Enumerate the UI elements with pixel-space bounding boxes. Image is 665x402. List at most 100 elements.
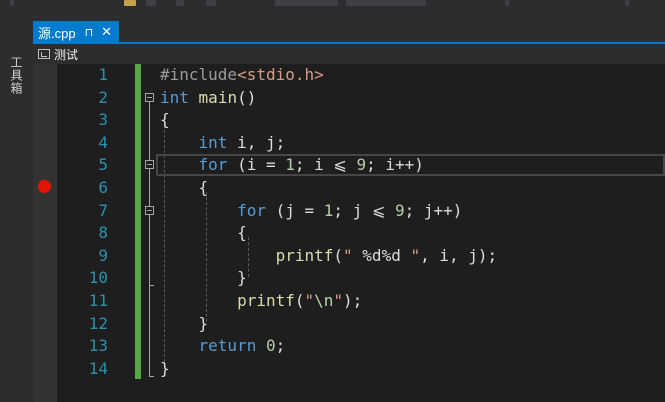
code-line[interactable]: for (i = 1; i ⩽ 9; i++) (160, 154, 424, 177)
code-token: printf (237, 291, 295, 310)
code-token: { (160, 110, 170, 130)
undo-icon[interactable] (176, 0, 184, 6)
code-token: ( (333, 245, 344, 265)
fold-line (149, 286, 150, 376)
code-token: } (160, 358, 170, 378)
code-line[interactable]: } (160, 313, 209, 336)
code-token: ); (343, 291, 363, 310)
code-line[interactable]: } (160, 358, 170, 381)
breakpoint-icon[interactable] (38, 180, 51, 193)
save-icon[interactable] (146, 0, 156, 6)
line-number: 7 (98, 200, 108, 220)
code-token: " (343, 245, 363, 265)
line-number: 13 (88, 336, 108, 356)
tool-window-bar: 工具箱 (0, 20, 33, 402)
toolbar-icon[interactable] (505, 0, 509, 6)
line-number: 4 (98, 132, 108, 152)
toolbox-tab[interactable]: 工具箱 (8, 56, 25, 95)
toolbar-strip (0, 0, 665, 20)
tab-source-cpp[interactable]: 源.cpp ⊓ ✕ (33, 21, 119, 43)
code-token: { (160, 223, 247, 243)
redo-icon[interactable] (206, 0, 216, 6)
code-token: , i, j); (420, 245, 498, 265)
platform-dropdown[interactable] (346, 0, 426, 6)
project-icon (38, 49, 50, 59)
line-number: 11 (88, 291, 108, 310)
code-token: ; j ⩽ (333, 200, 395, 220)
fold-line (149, 215, 150, 285)
line-number: 2 (98, 87, 108, 107)
code-token: i, j; (227, 132, 286, 152)
code-token: %d%d (362, 245, 401, 265)
code-line[interactable]: { (160, 177, 209, 200)
code-token: main (198, 87, 238, 107)
code-token: () (237, 87, 257, 107)
line-number: 3 (98, 110, 108, 130)
code-token: " (333, 291, 344, 310)
code-line[interactable]: printf(" %d%d ", i, j); (160, 245, 498, 268)
code-token: return (198, 336, 257, 356)
glyph-margin[interactable] (33, 64, 57, 402)
code-line[interactable]: #include<stdio.h> (160, 64, 324, 87)
line-number: 12 (88, 313, 108, 333)
config-dropdown[interactable] (275, 0, 338, 6)
collapse-inner-for-icon[interactable] (145, 206, 154, 215)
code-line[interactable]: int i, j; (160, 132, 286, 155)
line-number: 5 (98, 155, 108, 175)
pin-icon[interactable]: ⊓ (85, 26, 94, 39)
code-line[interactable]: int main() (160, 87, 256, 110)
code-line[interactable]: { (160, 222, 247, 245)
navigation-bar: 测试 (33, 44, 665, 64)
code-line[interactable]: printf("\n"); (160, 290, 362, 313)
document-tab-strip: 源.cpp ⊓ ✕ (33, 20, 665, 43)
folder-icon[interactable] (124, 0, 136, 6)
tab-filename: 源.cpp (38, 25, 76, 41)
code-editor[interactable]: 1 2 3 4 5 6 7 8 9 10 11 12 13 14 #include<stdio.h> int… (33, 64, 665, 402)
project-dropdown[interactable]: 测试 (36, 46, 82, 62)
toolbar-icon[interactable] (625, 0, 629, 6)
collapse-main-icon[interactable] (145, 93, 154, 102)
code-token: for (198, 155, 228, 175)
close-icon[interactable]: ✕ (101, 24, 112, 40)
code-line[interactable]: return 0; (160, 335, 286, 358)
code-token: ( (294, 291, 305, 310)
code-line[interactable]: { (160, 109, 170, 132)
project-name: 测试 (54, 47, 79, 62)
code-token: 9 (394, 200, 405, 220)
code-token: { (160, 178, 209, 197)
line-number: 9 (98, 245, 108, 265)
fold-line (149, 169, 150, 207)
code-token: for (237, 200, 266, 220)
line-number: 14 (88, 358, 108, 378)
code-token: } (160, 268, 247, 288)
code-token: 1 (323, 200, 334, 220)
code-token: (j = (265, 200, 324, 220)
code-token: ; j++) (404, 200, 463, 220)
code-token: 1 (285, 155, 295, 175)
fold-end (149, 376, 154, 377)
code-token: (i = (227, 155, 286, 175)
code-token: #include (160, 65, 238, 84)
toolbar-icon[interactable] (10, 0, 14, 6)
line-number: 10 (88, 268, 108, 288)
line-number: 6 (98, 178, 108, 197)
line-number: 1 (98, 65, 108, 84)
change-tracking-bar (135, 64, 141, 379)
code-line[interactable]: for (j = 1; j ⩽ 9; j++) (160, 200, 462, 223)
code-token: 0 (265, 336, 276, 356)
code-token: printf (275, 245, 334, 265)
code-token: } (160, 313, 209, 333)
code-token: ; i++) (366, 155, 424, 175)
code-token: ; (275, 336, 286, 356)
code-token: ; i ⩽ (294, 155, 357, 175)
collapse-outer-for-icon[interactable] (145, 160, 154, 169)
code-token: " (400, 245, 421, 265)
code-token: int (160, 87, 189, 107)
code-line[interactable]: } (160, 267, 247, 290)
